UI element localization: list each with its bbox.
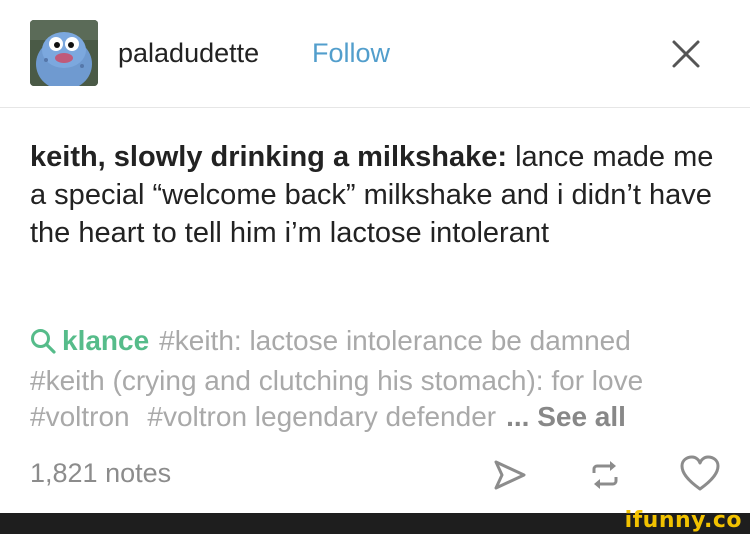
heart-icon	[680, 455, 720, 491]
send-icon	[494, 460, 526, 490]
featured-tag[interactable]: klance	[62, 325, 149, 356]
watermark-bar: ifunny.co	[0, 508, 750, 534]
tag-item[interactable]: #voltron	[30, 401, 130, 432]
reblog-icon	[592, 461, 618, 489]
post-body: keith, slowly drinking a milkshake: lanc…	[30, 138, 730, 252]
see-all-link[interactable]: ... See all	[506, 401, 626, 432]
post-speaker: keith, slowly drinking a milkshake:	[30, 141, 508, 173]
share-button[interactable]	[492, 457, 528, 498]
close-button[interactable]	[668, 36, 704, 72]
avatar-image	[30, 20, 98, 86]
notes-count[interactable]: 1,821 notes	[30, 458, 171, 489]
post-header: paladudette Follow	[0, 0, 750, 108]
tag-item[interactable]: #keith: lactose intolerance be damned	[159, 325, 631, 356]
reblog-button[interactable]	[587, 457, 623, 498]
username[interactable]: paladudette	[118, 38, 259, 69]
tag-item[interactable]: #voltron legendary defender	[147, 401, 496, 432]
brand-logo: ifunny.co	[624, 508, 742, 533]
close-icon	[672, 40, 700, 68]
like-button[interactable]	[680, 455, 720, 498]
search-icon	[30, 327, 56, 363]
tag-list: klance #keith: lactose intolerance be dam…	[30, 323, 730, 435]
tag-item[interactable]: #keith (crying and clutching his stomach…	[30, 365, 643, 396]
avatar[interactable]	[30, 20, 98, 86]
follow-button[interactable]: Follow	[312, 38, 390, 69]
